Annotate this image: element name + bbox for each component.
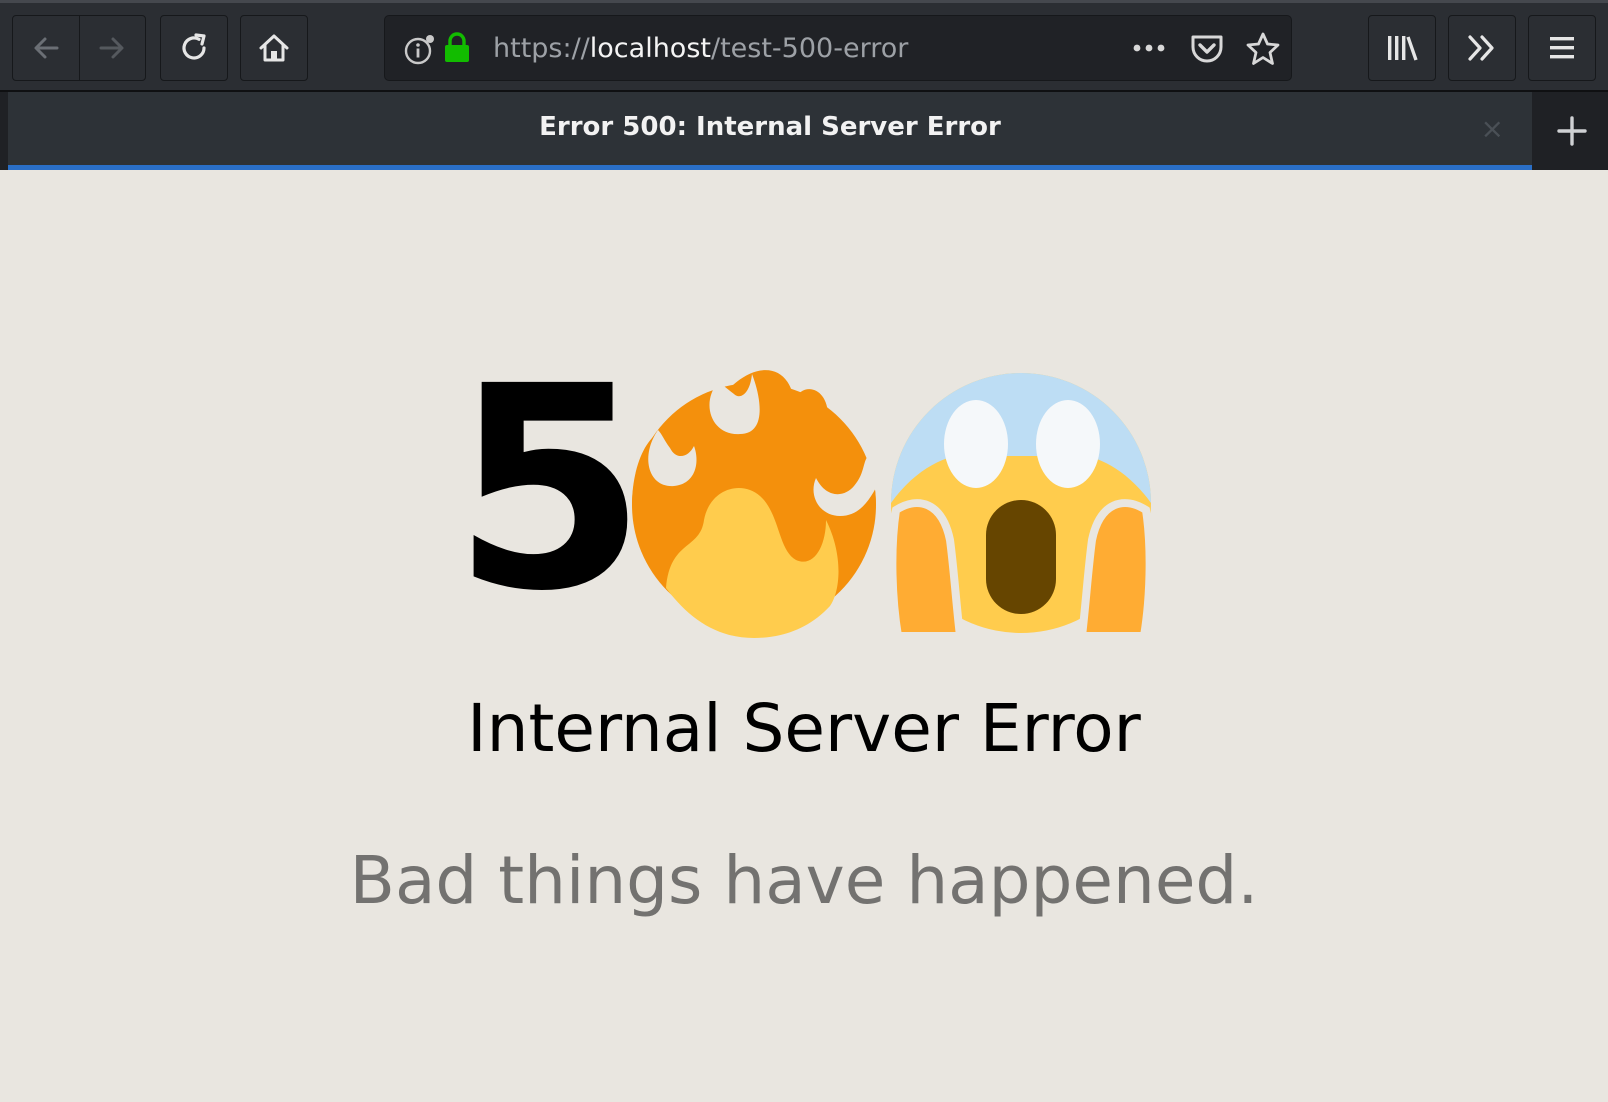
bookmark-star-icon[interactable] xyxy=(1245,31,1281,67)
tab-strip: Error 500: Internal Server Error × xyxy=(0,92,1608,170)
error-heading: Internal Server Error xyxy=(467,690,1141,767)
home-icon xyxy=(259,34,289,62)
url-bar[interactable]: https://localhost/test-500-error xyxy=(384,15,1292,81)
pocket-icon[interactable] xyxy=(1189,32,1225,66)
home-button[interactable] xyxy=(240,15,308,81)
secure-lock-icon[interactable] xyxy=(443,32,471,64)
library-button[interactable] xyxy=(1368,15,1436,81)
reload-icon xyxy=(182,33,206,60)
reload-button[interactable] xyxy=(160,15,228,81)
screaming-face-emoji-icon xyxy=(890,373,1152,636)
tab-title: Error 500: Internal Server Error xyxy=(539,112,1001,142)
plus-icon xyxy=(1557,116,1587,146)
error-code-hero: 5 xyxy=(0,327,1608,653)
fire-emoji-icon xyxy=(632,370,880,638)
site-info-icon[interactable] xyxy=(403,34,435,66)
page-actions-icon[interactable] xyxy=(1131,36,1167,60)
url-path: /test-500-error xyxy=(710,33,909,64)
forward-button[interactable] xyxy=(78,16,146,80)
overflow-menu-button[interactable] xyxy=(1448,15,1516,81)
library-icon xyxy=(1388,36,1418,61)
nav-button-group xyxy=(12,15,146,81)
back-arrow-icon xyxy=(34,37,59,59)
url-host: localhost xyxy=(589,33,711,64)
back-button[interactable] xyxy=(13,16,79,80)
tab-close-button[interactable]: × xyxy=(1481,112,1504,145)
main-menu-button[interactable] xyxy=(1528,15,1596,81)
new-tab-button[interactable] xyxy=(1544,104,1600,158)
error-message: Bad things have happened. xyxy=(349,842,1259,919)
url-text[interactable]: https://localhost/test-500-error xyxy=(493,33,908,64)
hamburger-menu-icon xyxy=(1550,37,1574,59)
url-scheme: https:// xyxy=(493,33,590,64)
double-chevron-icon xyxy=(1468,35,1494,61)
error-code-digit: 5 xyxy=(452,327,647,653)
tab-active[interactable]: Error 500: Internal Server Error × xyxy=(8,92,1532,170)
forward-arrow-icon xyxy=(99,37,124,59)
browser-toolbar: https://localhost/test-500-error xyxy=(0,0,1608,92)
